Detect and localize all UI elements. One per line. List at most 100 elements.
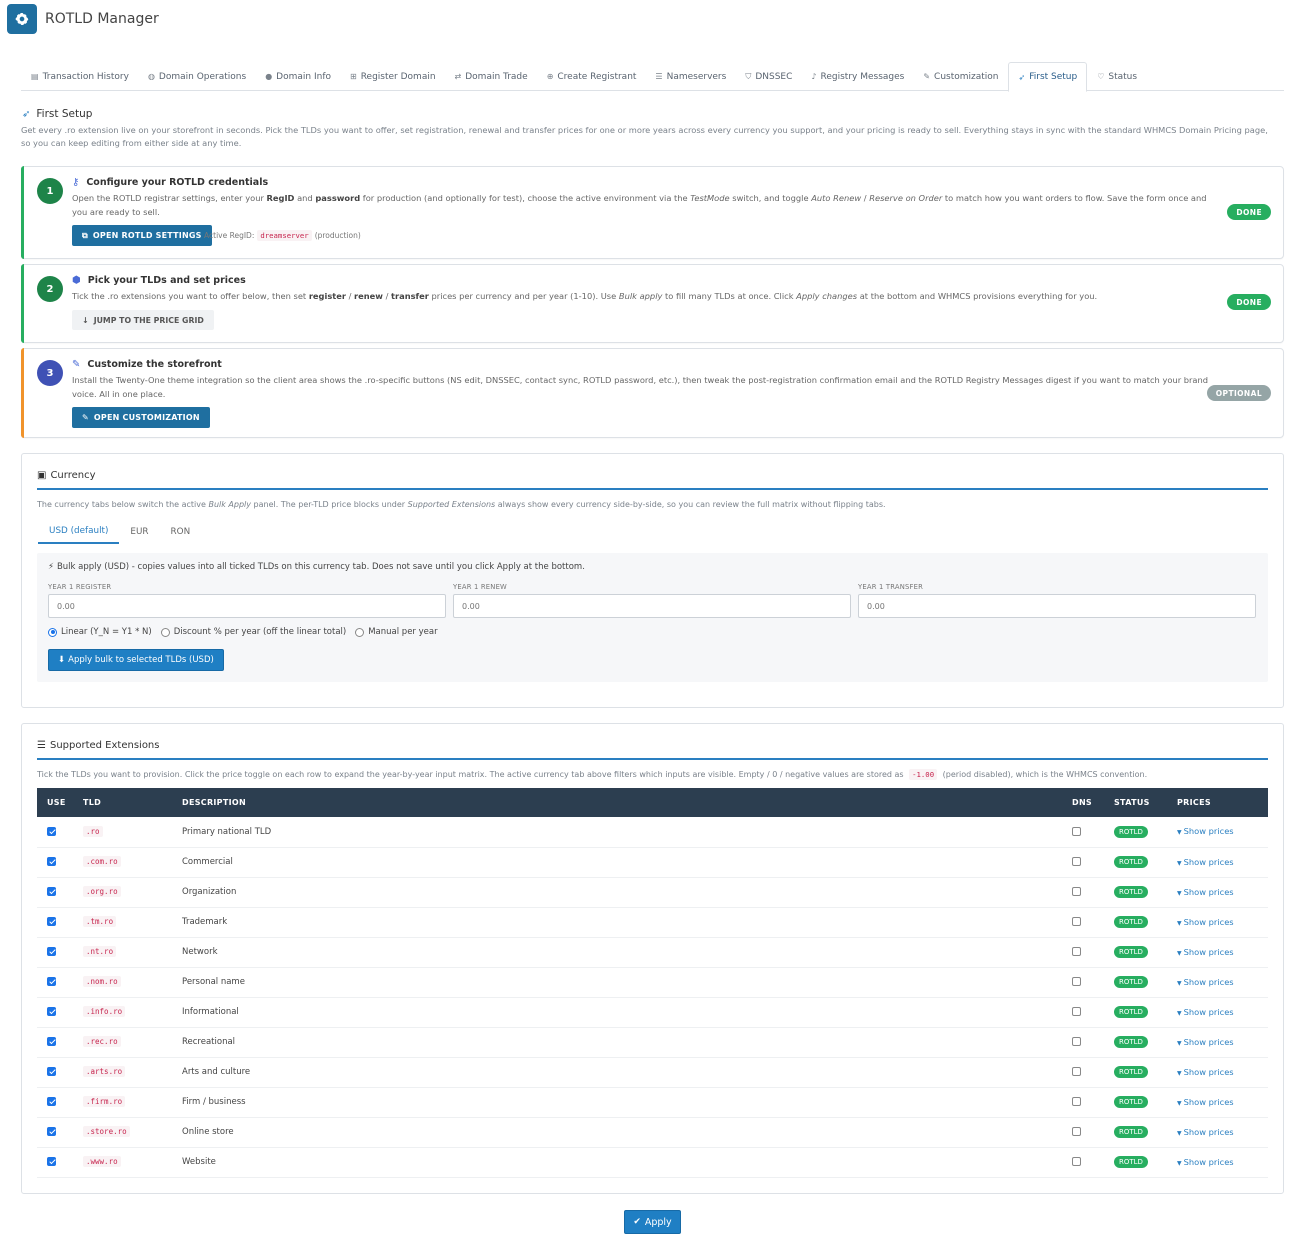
check-icon: ✔ <box>633 1217 641 1227</box>
jump-to-price-grid-button[interactable]: ↓ JUMP TO THE PRICE GRID <box>72 310 214 330</box>
step-accent-bar <box>21 348 24 438</box>
step-card-1: 1 ⚷ Configure your ROTLD credentials Open… <box>21 166 1284 259</box>
show-prices-toggle[interactable]: ▼ Show prices <box>1177 1007 1234 1017</box>
tab-transaction-history[interactable]: ▤ Transaction History <box>21 62 138 91</box>
info-icon: ● <box>265 72 273 81</box>
use-checkbox[interactable] <box>47 1037 56 1046</box>
tld-description: Trademark <box>182 907 1072 938</box>
show-prices-toggle[interactable]: ▼ Show prices <box>1177 947 1234 957</box>
use-checkbox[interactable] <box>47 917 56 926</box>
show-prices-toggle[interactable]: ▼ Show prices <box>1177 1157 1234 1167</box>
dns-checkbox[interactable] <box>1072 826 1081 836</box>
use-checkbox[interactable] <box>47 977 56 986</box>
dns-checkbox[interactable] <box>1072 1127 1081 1136</box>
show-prices-toggle[interactable]: ▼ Show prices <box>1177 857 1234 867</box>
year1-transfer-input[interactable] <box>858 594 1256 618</box>
dns-checkbox[interactable] <box>1072 1067 1081 1076</box>
show-prices-toggle[interactable]: ▼ Show prices <box>1177 1127 1234 1137</box>
tab-first-setup[interactable]: ➶ First Setup <box>1007 62 1088 92</box>
use-checkbox[interactable] <box>47 1127 56 1136</box>
tld-code: .www.ro <box>83 1156 121 1167</box>
tab-register-domain[interactable]: ⊞ Register Domain <box>340 62 445 91</box>
use-checkbox[interactable] <box>47 1007 56 1016</box>
dns-checkbox[interactable] <box>1072 947 1081 956</box>
tab-customization[interactable]: ✎ Customization <box>913 62 1007 91</box>
tld-description: Recreational <box>182 1027 1072 1058</box>
currency-tab-eur[interactable]: EUR <box>119 519 159 544</box>
status-badge: ROTLD <box>1114 856 1148 868</box>
tab-domain-trade[interactable]: ⇄ Domain Trade <box>445 62 537 91</box>
use-checkbox[interactable] <box>47 1067 56 1076</box>
table-row: .rec.ro Recreational ROTLD ▼ Show prices <box>37 1027 1268 1058</box>
tab-dnssec[interactable]: ⛉ DNSSEC <box>735 62 801 91</box>
status-badge: ROTLD <box>1114 946 1148 958</box>
tab-nameservers[interactable]: ☰ Nameservers <box>645 62 735 91</box>
currency-tab-usd[interactable]: USD (default) <box>38 519 120 544</box>
tld-description: Commercial <box>182 847 1072 878</box>
open-rotld-settings-button[interactable]: ⧉ OPEN ROTLD SETTINGS <box>72 225 212 246</box>
use-checkbox[interactable] <box>47 1157 56 1166</box>
currency-tab-ron[interactable]: RON <box>160 519 202 544</box>
show-prices-toggle[interactable]: ▼ Show prices <box>1177 1067 1234 1077</box>
year1-renew-label: YEAR 1 RENEW <box>453 583 507 591</box>
show-prices-toggle[interactable]: ▼ Show prices <box>1177 1037 1234 1047</box>
dns-checkbox[interactable] <box>1072 977 1081 986</box>
year1-renew-input[interactable] <box>453 594 851 618</box>
dns-checkbox[interactable] <box>1072 887 1081 896</box>
dns-checkbox[interactable] <box>1072 857 1081 866</box>
dns-checkbox[interactable] <box>1072 917 1081 926</box>
caret-down-icon: ▼ <box>1177 1009 1182 1017</box>
show-prices-toggle[interactable]: ▼ Show prices <box>1177 917 1234 927</box>
money-icon: ▣ <box>37 470 47 481</box>
tld-description: Personal name <box>182 967 1072 998</box>
disabled-value-code: -1.00 <box>909 769 938 780</box>
use-checkbox[interactable] <box>47 947 56 956</box>
paint-brush-icon: ✎ <box>72 359 81 370</box>
mode-linear-radio[interactable]: Linear (Y_N = Y1 * N) <box>48 627 152 637</box>
use-checkbox[interactable] <box>47 887 56 896</box>
status-badge: ROTLD <box>1114 1036 1148 1048</box>
brush-icon: ✎ <box>82 413 89 422</box>
tab-domain-info[interactable]: ● Domain Info <box>255 62 340 91</box>
caret-down-icon: ▼ <box>1177 889 1182 897</box>
first-setup-title: ➶ First Setup <box>22 108 93 120</box>
use-checkbox[interactable] <box>47 857 56 866</box>
show-prices-toggle[interactable]: ▼ Show prices <box>1177 887 1234 897</box>
tab-status[interactable]: ♡ Status <box>1087 62 1146 91</box>
list-icon: ☰ <box>37 740 46 751</box>
table-row: .tm.ro Trademark ROTLD ▼ Show prices <box>37 907 1268 938</box>
show-prices-toggle[interactable]: ▼ Show prices <box>1177 977 1234 987</box>
currency-panel: ▣ Currency The currency tabs below switch… <box>21 453 1284 708</box>
apply-bulk-button[interactable]: ⬇ Apply bulk to selected TLDs (USD) <box>48 649 224 671</box>
panel-divider <box>37 488 1268 490</box>
open-customization-button[interactable]: ✎ OPEN CUSTOMIZATION <box>72 407 210 428</box>
use-checkbox[interactable] <box>47 1097 56 1106</box>
dns-checkbox[interactable] <box>1072 1097 1081 1106</box>
dns-checkbox[interactable] <box>1072 1157 1081 1166</box>
tab-registry-messages[interactable]: ♪ Registry Messages <box>801 62 913 91</box>
tld-code: .tm.ro <box>83 916 117 927</box>
tab-domain-operations[interactable]: ◍ Domain Operations <box>138 62 255 91</box>
mode-discount-radio[interactable]: Discount % per year (off the linear tota… <box>160 627 346 637</box>
step-number: 2 <box>37 276 63 302</box>
show-prices-toggle[interactable]: ▼ Show prices <box>1177 1097 1234 1107</box>
step-accent-bar <box>21 264 24 343</box>
dns-checkbox[interactable] <box>1072 1007 1081 1016</box>
table-icon: ▤ <box>31 72 39 81</box>
extensions-panel: ☰ Supported Extensions Tick the TLDs you … <box>21 723 1284 1194</box>
mode-manual-radio[interactable]: Manual per year <box>355 627 438 637</box>
caret-down-icon: ▼ <box>1177 859 1182 867</box>
step-text: Tick the .ro extensions you want to offe… <box>72 291 1098 301</box>
table-row: .info.ro Informational ROTLD ▼ Show prices <box>37 997 1268 1028</box>
year1-register-input[interactable] <box>48 594 446 618</box>
apply-button[interactable]: ✔ Apply <box>624 1210 681 1234</box>
tld-description: Informational <box>182 997 1072 1028</box>
status-badge: ROTLD <box>1114 976 1148 988</box>
dns-checkbox[interactable] <box>1072 1037 1081 1046</box>
use-checkbox[interactable] <box>47 826 56 836</box>
tld-description: Arts and culture <box>182 1057 1072 1088</box>
caret-down-icon: ▼ <box>1177 1039 1182 1047</box>
show-prices-toggle[interactable]: ▼ Show prices <box>1177 826 1234 836</box>
tab-create-registrant[interactable]: ⊕ Create Registrant <box>537 62 646 91</box>
extensions-panel-title: ☰ Supported Extensions <box>37 740 160 751</box>
